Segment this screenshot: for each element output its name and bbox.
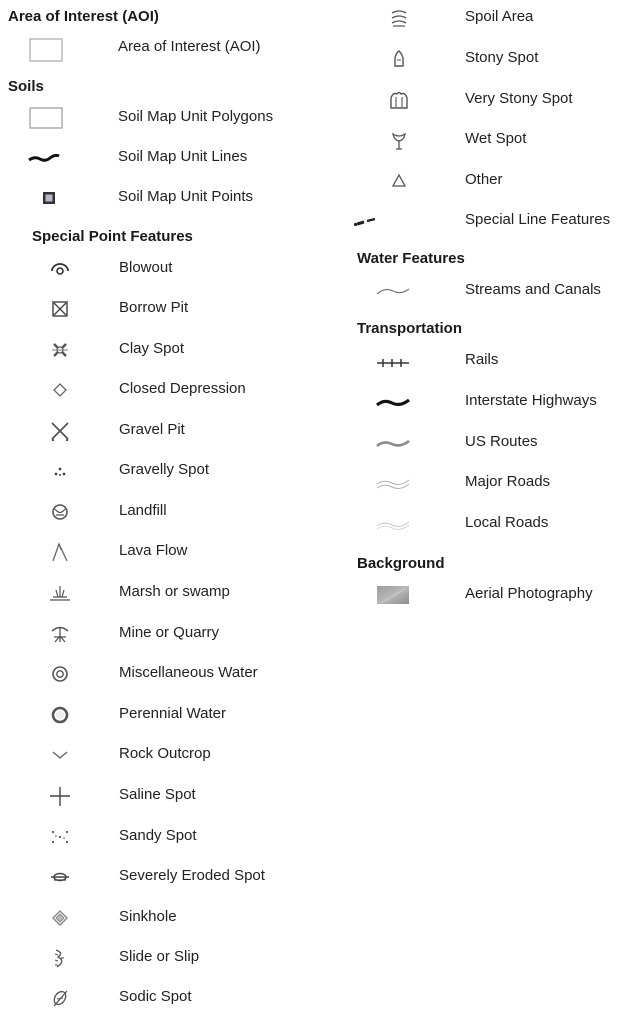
legend-item-label: Soil Map Unit Lines bbox=[118, 148, 248, 165]
section-heading-aoi: Area of Interest (AOI) bbox=[8, 8, 159, 25]
legend-item-label: Major Roads bbox=[465, 473, 551, 490]
legend-item-label: Perennial Water bbox=[119, 705, 226, 722]
legend-item-label: Local Roads bbox=[465, 514, 549, 531]
saline-spot-icon bbox=[42, 784, 78, 808]
legend-item-label: Marsh or swamp bbox=[119, 583, 230, 600]
legend-item-label: Clay Spot bbox=[119, 340, 185, 357]
legend-item-label: Sodic Spot bbox=[119, 988, 192, 1005]
sinkhole-icon bbox=[42, 906, 78, 930]
legend-item-label: Gravelly Spot bbox=[119, 461, 210, 478]
perennial-water-icon bbox=[42, 703, 78, 727]
legend-item-label: Borrow Pit bbox=[119, 299, 189, 316]
section-heading-water: Water Features bbox=[357, 250, 465, 267]
legend-item-label: Slide or Slip bbox=[119, 948, 200, 965]
legend-item-label: Severely Eroded Spot bbox=[119, 867, 265, 884]
misc-water-icon bbox=[42, 662, 78, 686]
mine-quarry-icon bbox=[42, 622, 78, 646]
legend-item-label: Soil Map Unit Polygons bbox=[118, 108, 274, 125]
aerial-photo-swatch-icon bbox=[375, 583, 411, 607]
eroded-spot-icon bbox=[42, 865, 78, 889]
borrow-pit-icon bbox=[42, 297, 78, 321]
map-legend: Area of Interest (AOI) Area of Interest … bbox=[0, 0, 644, 1013]
clay-spot-icon bbox=[42, 338, 78, 362]
legend-item-label: Wet Spot bbox=[465, 130, 527, 147]
soil-line-icon bbox=[26, 146, 62, 170]
soil-polygon-box-icon bbox=[28, 106, 64, 130]
stony-spot-icon bbox=[381, 47, 417, 71]
marsh-icon bbox=[42, 581, 78, 605]
legend-item-label: Very Stony Spot bbox=[465, 90, 573, 107]
other-triangle-icon bbox=[381, 169, 417, 193]
legend-item-label: Closed Depression bbox=[119, 380, 246, 397]
legend-item-label: Rails bbox=[465, 351, 499, 368]
landfill-icon bbox=[42, 500, 78, 524]
aoi-box-icon bbox=[28, 36, 64, 62]
very-stony-spot-icon bbox=[381, 88, 417, 112]
blowout-icon bbox=[42, 257, 78, 281]
section-heading-special-points: Special Point Features bbox=[32, 228, 193, 245]
lava-flow-icon bbox=[42, 540, 78, 564]
legend-item-label: Area of Interest (AOI) bbox=[118, 38, 261, 55]
interstate-line-icon bbox=[375, 390, 411, 414]
legend-item-label: Aerial Photography bbox=[465, 585, 593, 602]
section-heading-soils: Soils bbox=[8, 78, 44, 95]
legend-item-label: Sandy Spot bbox=[119, 827, 197, 844]
legend-item-label: Mine or Quarry bbox=[119, 624, 220, 641]
sandy-spot-icon bbox=[42, 825, 78, 849]
wet-spot-icon bbox=[381, 128, 417, 152]
special-line-icon bbox=[351, 209, 387, 233]
us-route-line-icon bbox=[375, 431, 411, 455]
legend-item-label: Lava Flow bbox=[119, 542, 188, 559]
legend-item-label: Blowout bbox=[119, 259, 173, 276]
stream-line-icon bbox=[375, 279, 411, 303]
rails-icon bbox=[375, 349, 411, 373]
major-road-line-icon bbox=[375, 471, 411, 495]
legend-item-label: Soil Map Unit Points bbox=[118, 188, 254, 205]
spoil-area-icon bbox=[381, 6, 417, 30]
legend-item-label: Interstate Highways bbox=[465, 392, 597, 409]
sodic-spot-icon bbox=[42, 986, 78, 1010]
legend-item-label: Special Line Features bbox=[465, 211, 611, 228]
legend-item-label: US Routes bbox=[465, 433, 538, 450]
rock-outcrop-icon bbox=[42, 743, 78, 767]
legend-item-label: Other bbox=[465, 171, 503, 188]
soil-point-square-icon bbox=[32, 186, 68, 210]
legend-item-label: Streams and Canals bbox=[465, 281, 601, 298]
legend-item-label: Saline Spot bbox=[119, 786, 196, 803]
legend-item-label: Miscellaneous Water bbox=[119, 664, 258, 681]
legend-item-label: Gravel Pit bbox=[119, 421, 185, 438]
legend-item-label: Rock Outcrop bbox=[119, 745, 211, 762]
local-road-line-icon bbox=[375, 512, 411, 536]
section-heading-background: Background bbox=[357, 555, 445, 572]
legend-item-label: Spoil Area bbox=[465, 8, 534, 25]
gravelly-spot-icon bbox=[42, 459, 78, 483]
legend-item-label: Landfill bbox=[119, 502, 167, 519]
section-heading-transportation: Transportation bbox=[357, 320, 463, 337]
legend-item-label: Stony Spot bbox=[465, 49, 539, 66]
gravel-pit-icon bbox=[42, 419, 78, 443]
slide-slip-icon bbox=[42, 946, 78, 970]
closed-depression-icon bbox=[42, 378, 78, 402]
legend-item-label: Sinkhole bbox=[119, 908, 177, 925]
